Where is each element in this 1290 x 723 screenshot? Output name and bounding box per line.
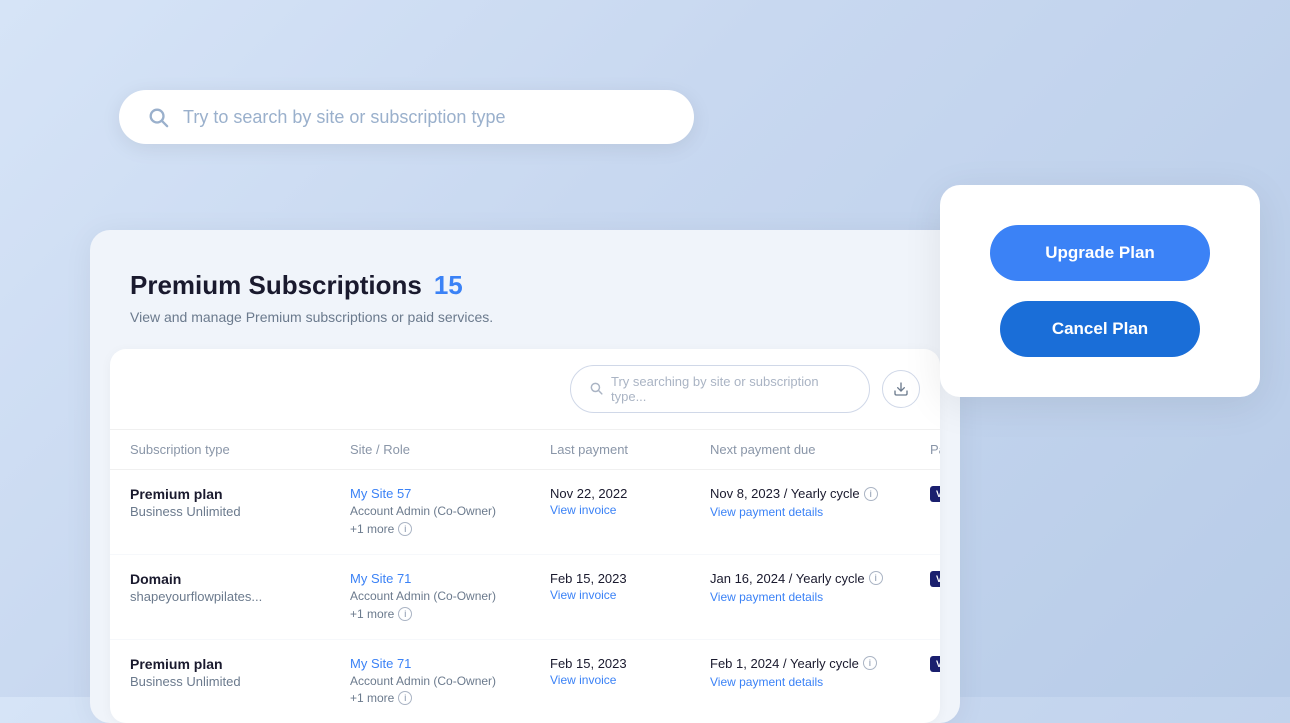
- payment-method-cell: VISA ••••2915: [930, 656, 940, 672]
- table-card: Try searching by site or subscription ty…: [110, 349, 940, 723]
- sub-name: Premium plan: [130, 486, 350, 502]
- last-payment-cell: Feb 15, 2023 View invoice: [550, 656, 710, 687]
- info-icon: i: [398, 522, 412, 536]
- right-panel: Upgrade Plan Cancel Plan: [940, 185, 1260, 397]
- payment-date: Feb 15, 2023: [550, 571, 710, 586]
- table-search-icon: [589, 381, 603, 398]
- download-button[interactable]: [882, 370, 920, 408]
- site-role-cell: My Site 71 Account Admin (Co-Owner) +1 m…: [350, 656, 550, 708]
- last-payment-cell: Feb 15, 2023 View invoice: [550, 571, 710, 602]
- search-bar-container: Try to search by site or subscription ty…: [119, 90, 694, 144]
- header-last-payment: Last payment: [550, 442, 710, 457]
- search-placeholder: Try to search by site or subscription ty…: [183, 107, 505, 128]
- site-link[interactable]: My Site 57: [350, 486, 550, 501]
- site-role: Account Admin (Co-Owner): [350, 588, 550, 605]
- card-title: Premium Subscriptions: [130, 270, 422, 301]
- sub-detail: shapeyourflowpilates...: [130, 589, 350, 604]
- table-search-input[interactable]: Try searching by site or subscription ty…: [570, 365, 870, 413]
- visa-logo: VISA: [930, 486, 940, 502]
- info-icon: i: [869, 571, 883, 585]
- next-payment-cell: Nov 8, 2023 / Yearly cycle i View paymen…: [710, 486, 930, 519]
- sub-name: Premium plan: [130, 656, 350, 672]
- table-search-row: Try searching by site or subscription ty…: [110, 349, 940, 430]
- view-payment-link[interactable]: View payment details: [710, 590, 930, 604]
- info-icon: i: [864, 487, 878, 501]
- more-sites: +1 more i: [350, 607, 412, 621]
- table-row: Premium plan Business Unlimited My Site …: [110, 640, 940, 723]
- info-icon: i: [863, 656, 877, 670]
- sub-detail: Business Unlimited: [130, 674, 350, 689]
- more-sites: +1 more i: [350, 522, 412, 536]
- next-payment-cell: Feb 1, 2024 / Yearly cycle i View paymen…: [710, 656, 930, 689]
- header-payment-method: Payment method: [930, 442, 940, 457]
- payment-date: Nov 22, 2022: [550, 486, 710, 501]
- view-invoice-link[interactable]: View invoice: [550, 673, 710, 687]
- info-icon: i: [398, 691, 412, 705]
- card-subtitle: View and manage Premium subscriptions or…: [130, 309, 920, 325]
- search-icon: [147, 106, 169, 128]
- sub-detail: Business Unlimited: [130, 504, 350, 519]
- upgrade-plan-button[interactable]: Upgrade Plan: [990, 225, 1210, 281]
- header-subscription-type: Subscription type: [130, 442, 350, 457]
- next-payment-cell: Jan 16, 2024 / Yearly cycle i View payme…: [710, 571, 930, 604]
- header-site-role: Site / Role: [350, 442, 550, 457]
- site-role: Account Admin (Co-Owner): [350, 673, 550, 690]
- site-link[interactable]: My Site 71: [350, 571, 550, 586]
- subscription-type-cell: Premium plan Business Unlimited: [130, 656, 350, 689]
- view-payment-link[interactable]: View payment details: [710, 675, 930, 689]
- next-payment-text: Nov 8, 2023 / Yearly cycle i: [710, 486, 930, 501]
- card-title-row: Premium Subscriptions 15: [130, 270, 920, 301]
- site-role: Account Admin (Co-Owner): [350, 503, 550, 520]
- sub-name: Domain: [130, 571, 350, 587]
- payment-method-cell: VISA ••••2915: [930, 486, 940, 502]
- next-payment-text: Feb 1, 2024 / Yearly cycle i: [710, 656, 930, 671]
- cancel-plan-button[interactable]: Cancel Plan: [1000, 301, 1200, 357]
- subscription-type-cell: Domain shapeyourflowpilates...: [130, 571, 350, 604]
- site-role-cell: My Site 57 Account Admin (Co-Owner) +1 m…: [350, 486, 550, 538]
- view-payment-link[interactable]: View payment details: [710, 505, 930, 519]
- visa-logo: VISA: [930, 656, 940, 672]
- main-card: Premium Subscriptions 15 View and manage…: [90, 230, 960, 723]
- visa-logo: VISA: [930, 571, 940, 587]
- search-bar[interactable]: Try to search by site or subscription ty…: [119, 90, 694, 144]
- payment-method-cell: VISA ••••2915: [930, 571, 940, 587]
- last-payment-cell: Nov 22, 2022 View invoice: [550, 486, 710, 517]
- site-link[interactable]: My Site 71: [350, 656, 550, 671]
- info-icon: i: [398, 607, 412, 621]
- card-count: 15: [434, 270, 463, 301]
- payment-date: Feb 15, 2023: [550, 656, 710, 671]
- table-row: Premium plan Business Unlimited My Site …: [110, 470, 940, 555]
- table-header: Subscription type Site / Role Last payme…: [110, 430, 940, 470]
- header-next-payment: Next payment due: [710, 442, 930, 457]
- view-invoice-link[interactable]: View invoice: [550, 588, 710, 602]
- view-invoice-link[interactable]: View invoice: [550, 503, 710, 517]
- site-role-cell: My Site 71 Account Admin (Co-Owner) +1 m…: [350, 571, 550, 623]
- card-header: Premium Subscriptions 15 View and manage…: [90, 270, 960, 349]
- table-row: Domain shapeyourflowpilates... My Site 7…: [110, 555, 940, 640]
- next-payment-text: Jan 16, 2024 / Yearly cycle i: [710, 571, 930, 586]
- more-sites: +1 more i: [350, 691, 412, 705]
- table-search-placeholder: Try searching by site or subscription ty…: [611, 374, 851, 404]
- subscription-type-cell: Premium plan Business Unlimited: [130, 486, 350, 519]
